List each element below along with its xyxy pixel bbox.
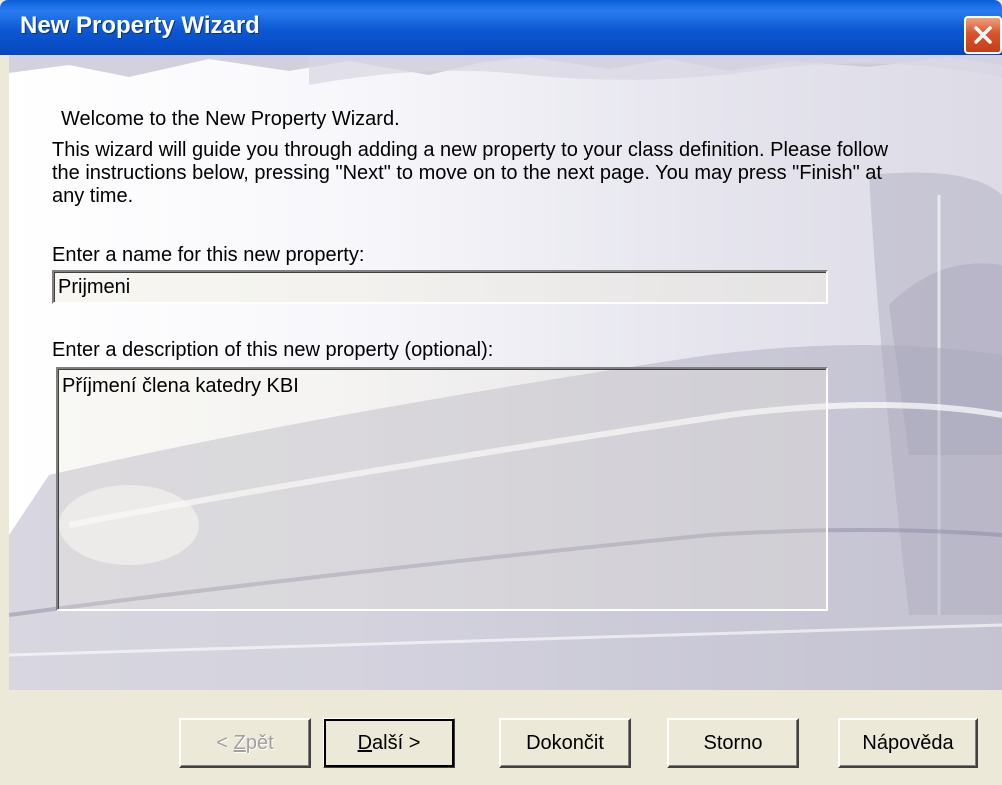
cancel-label: Storno	[703, 731, 763, 754]
property-description-textarea[interactable]: Příjmení člena katedry KBI	[56, 367, 828, 611]
back-label-prefix: <	[216, 731, 234, 754]
title-bar[interactable]: New Property Wizard	[0, 0, 1002, 55]
wizard-page: Welcome to the New Property Wizard. This…	[9, 55, 1002, 785]
next-label-accel: D	[357, 731, 373, 754]
description-label: Enter a description of this new property…	[52, 339, 494, 361]
property-name-input[interactable]: Prijmeni	[52, 270, 828, 304]
welcome-text: Welcome to the New Property Wizard.	[61, 108, 400, 130]
help-button[interactable]: Nápověda	[838, 718, 978, 768]
finish-label: Dokončit	[526, 731, 604, 754]
finish-button[interactable]: Dokončit	[499, 718, 631, 768]
back-button[interactable]: < Zpět	[179, 718, 311, 768]
cancel-button[interactable]: Storno	[667, 718, 799, 768]
intro-line: This wizard will guide you through addin…	[52, 139, 889, 161]
wizard-window: New Property Wizard Welcome to the New P…	[0, 0, 1002, 785]
window-title: New Property Wizard	[20, 12, 260, 39]
close-button[interactable]	[964, 16, 1002, 54]
back-label-accel: Z	[233, 731, 246, 754]
intro-line: any time.	[52, 185, 134, 207]
next-label-rest: alší >	[372, 731, 421, 754]
intro-line: the instructions below, pressing "Next" …	[52, 162, 882, 184]
back-label-rest: pět	[245, 731, 274, 754]
next-button[interactable]: Další >	[323, 718, 455, 768]
close-icon	[974, 26, 992, 44]
name-label: Enter a name for this new property:	[52, 244, 365, 266]
help-label: Nápověda	[862, 731, 954, 754]
intro-text: This wizard will guide you through addin…	[52, 139, 952, 208]
